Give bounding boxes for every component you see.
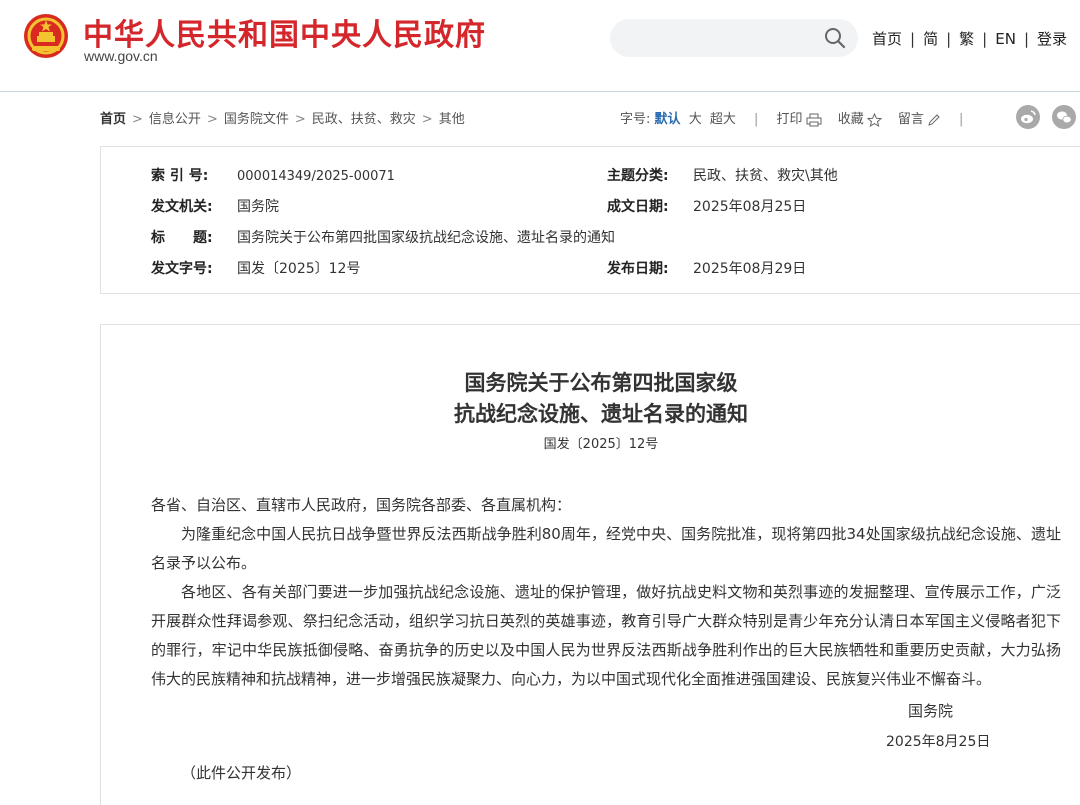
meta-issuer-value: 国务院 [237, 199, 279, 215]
meta-topic: 主题分类: 民政、扶贫、救灾\其他 [607, 165, 838, 185]
search-icon[interactable] [824, 27, 846, 49]
meta-docno-key: 发文字号: [151, 261, 213, 277]
login-link[interactable]: 登录 [1037, 30, 1067, 48]
font-size-label: 字号: [620, 112, 651, 127]
favorite-label: 收藏 [837, 112, 864, 127]
chevron-right-icon: > [294, 112, 306, 127]
article-body: 国务院关于公布第四批国家级 抗战纪念设施、遗址名录的通知 国发〔2025〕12号… [100, 324, 1080, 805]
meta-title: 标 题: 国务院关于公布第四批国家级抗战纪念设施、遗址名录的通知 [151, 227, 615, 247]
wechat-icon [1057, 111, 1072, 124]
meta-title-value: 国务院关于公布第四批国家级抗战纪念设施、遗址名录的通知 [237, 230, 615, 246]
font-size-default[interactable]: 默认 [655, 112, 681, 127]
meta-docno-value: 国发〔2025〕12号 [237, 261, 361, 277]
meta-written-key: 成文日期: [607, 199, 669, 215]
meta-published-date: 发布日期: 2025年08月29日 [607, 258, 806, 278]
meta-published-value: 2025年08月29日 [693, 261, 807, 277]
article-salutation: 各省、自治区、直辖市人民政府，国务院各部委、各直属机构： [151, 496, 572, 514]
chevron-right-icon: > [421, 112, 433, 127]
site-url[interactable]: www.gov.cn [84, 48, 158, 64]
meta-written-date: 成文日期: 2025年08月25日 [607, 196, 806, 216]
breadcrumb-item[interactable]: 民政、扶贫、救灾 [312, 112, 416, 127]
meta-docno: 发文字号: 国发〔2025〕12号 [151, 258, 360, 278]
comment-button[interactable]: 留言 [898, 112, 941, 127]
simplified-link[interactable]: 简 [923, 30, 938, 48]
breadcrumb-item[interactable]: 其他 [439, 112, 465, 127]
separator: | [959, 112, 964, 127]
meta-title-key: 标 题: [151, 230, 213, 246]
article-title-line1: 国务院关于公布第四批国家级 [464, 370, 738, 395]
separator: | [982, 30, 988, 48]
chevron-right-icon: > [132, 112, 143, 127]
print-button[interactable]: 打印 [777, 112, 822, 127]
separator: | [946, 30, 952, 48]
meta-published-key: 发布日期: [607, 261, 669, 277]
english-link[interactable]: EN [995, 30, 1016, 48]
font-size-xlarge[interactable]: 超大 [710, 112, 736, 127]
wechat-share-icon[interactable] [1052, 105, 1076, 129]
weibo-share-icon[interactable] [1016, 105, 1040, 129]
breadcrumb-item[interactable]: 国务院文件 [224, 112, 289, 127]
separator: | [910, 30, 916, 48]
separator: | [1023, 30, 1029, 48]
favorite-button[interactable]: 收藏 [838, 112, 882, 127]
site-header: 中华人民共和国中央人民政府 www.gov.cn 首页 | 简 | 繁 | EN | 登录 [0, 0, 1080, 92]
national-emblem-icon[interactable] [22, 12, 70, 60]
traditional-link[interactable]: 繁 [959, 30, 974, 48]
article-doc-number: 国发〔2025〕12号 [543, 437, 659, 452]
meta-topic-value: 民政、扶贫、救灾\其他 [693, 168, 838, 184]
pencil-icon [928, 113, 940, 126]
printer-icon [806, 113, 822, 126]
meta-index-value: 000014349/2025-00071 [237, 169, 395, 184]
breadcrumb-home[interactable]: 首页 [100, 112, 126, 127]
article-date: 2025年8月25日 [886, 734, 991, 750]
search-input[interactable] [624, 27, 818, 51]
article-footnote: （此件公开发布） [181, 764, 302, 782]
meta-index-key: 索 引 号: [151, 168, 209, 184]
star-icon [866, 112, 882, 127]
article-signature: 国务院 [908, 702, 954, 720]
meta-index: 索 引 号: 000014349/2025-00071 [151, 165, 395, 185]
article-paragraph: 为隆重纪念中国人民抗日战争暨世界反法西斯战争胜利80周年，经党中央、国务院批准，… [151, 525, 1061, 572]
breadcrumb-item[interactable]: 信息公开 [149, 112, 201, 127]
weibo-icon [1021, 110, 1036, 124]
document-metadata: 索 引 号: 000014349/2025-00071 主题分类: 民政、扶贫、救灾… [100, 146, 1080, 294]
search-box[interactable] [610, 19, 858, 57]
article-title-line2: 抗战纪念设施、遗址名录的通知 [454, 401, 748, 426]
breadcrumb: 首页 > 信息公开 > 国务院文件 > 民政、扶贫、救灾 > 其他 [100, 108, 465, 127]
meta-written-value: 2025年08月25日 [693, 199, 807, 215]
home-link[interactable]: 首页 [872, 30, 902, 48]
separator: | [754, 112, 759, 127]
font-size-large[interactable]: 大 [689, 112, 702, 127]
meta-issuer-key: 发文机关: [151, 199, 213, 215]
article-paragraph: 各地区、各有关部门要进一步加强抗战纪念设施、遗址的保护管理，做好抗战史料文物和英… [151, 583, 1061, 688]
meta-topic-key: 主题分类: [607, 168, 669, 184]
print-label: 打印 [776, 112, 803, 127]
comment-label: 留言 [897, 112, 924, 127]
meta-issuer: 发文机关: 国务院 [151, 196, 279, 216]
top-links: 首页 | 简 | 繁 | EN | 登录 [872, 28, 1067, 49]
article-tools: 字号: 默认 大 超大 | 打印 收藏 留言 | [620, 108, 977, 127]
chevron-right-icon: > [206, 112, 218, 127]
